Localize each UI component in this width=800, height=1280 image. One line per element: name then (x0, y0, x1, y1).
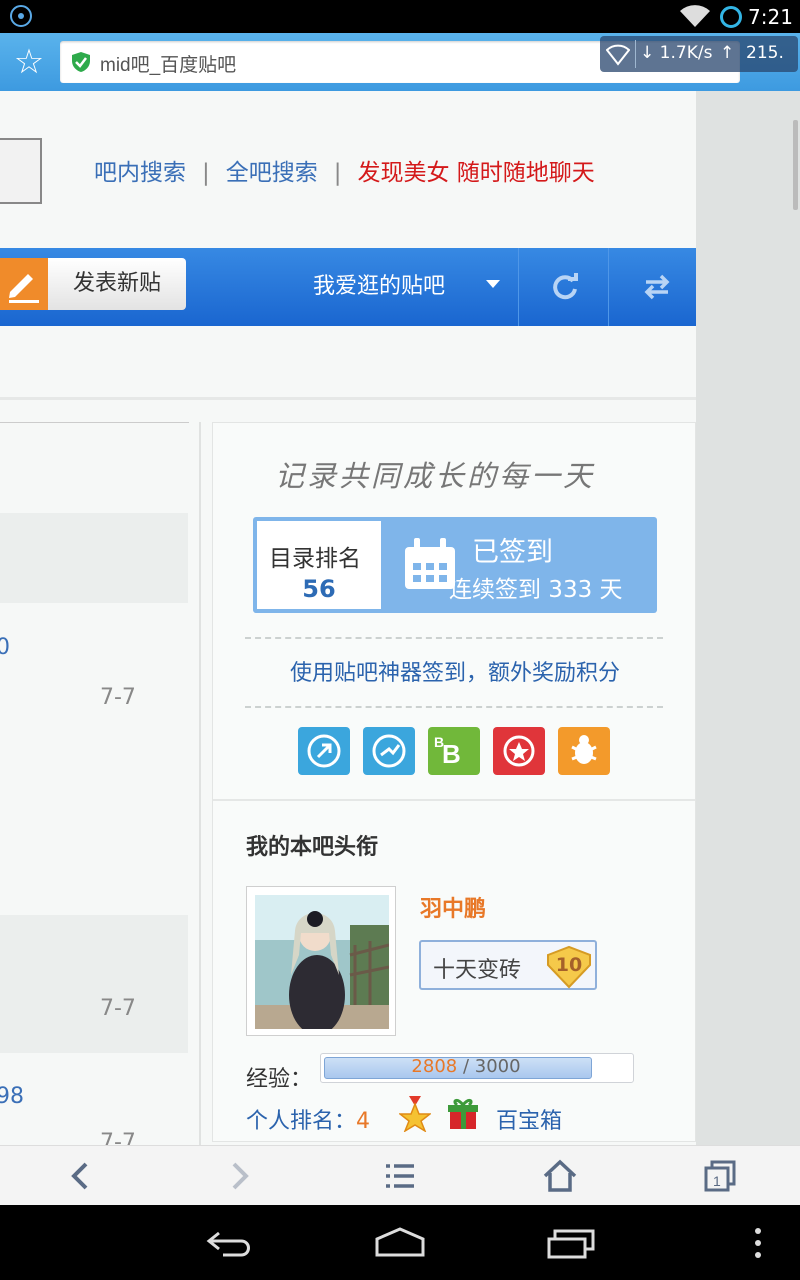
rank-title-badge[interactable]: 十天变砖 10 (419, 940, 597, 990)
thread-reply-count[interactable]: 0 (0, 635, 10, 660)
personal-rank-value: 4 (356, 1109, 371, 1134)
section-title: 我的本吧头衔 (246, 835, 379, 860)
rank-value: 56 (302, 575, 336, 603)
treasure-box-link[interactable]: 百宝箱 (496, 1103, 562, 1135)
tool-icon-1[interactable] (298, 727, 350, 775)
forum-toolbar: 发表新贴 我爱逛的贴吧 (0, 248, 696, 326)
svg-text:B: B (442, 739, 461, 769)
search-in-bar-link[interactable]: 吧内搜索 (94, 160, 186, 186)
signed-status: 已签到 (472, 537, 553, 568)
upload-speed-value: 215. (746, 43, 784, 63)
motto-text: 记录共同成长的每一天 (275, 459, 596, 493)
rank-label: 目录排名 (269, 546, 361, 572)
upload-arrow-icon: ↑ (720, 43, 735, 63)
tieba-page: 吧内搜索 | 全吧搜索 | 发现美女 随时随地聊天 发表新贴 我爱逛的贴吧 0 7-7 (0, 91, 696, 1145)
column-divider (199, 422, 201, 1145)
level-badge: 10 (545, 945, 593, 989)
rank-box[interactable]: 目录排名 56 (257, 521, 381, 609)
page-side-background (696, 91, 800, 1145)
secure-shield-icon (72, 52, 90, 72)
home-icon[interactable] (540, 1158, 580, 1194)
new-post-button[interactable]: 发表新贴 (48, 258, 186, 310)
level-number: 10 (555, 954, 583, 976)
svg-text:B: B (434, 734, 444, 750)
tool-icon-2[interactable] (363, 727, 415, 775)
sign-in-box[interactable]: 目录排名 56 已签到 连续签到 333 天 (253, 517, 657, 613)
thread-reply-count[interactable]: 98 (0, 1084, 24, 1109)
chevron-down-icon[interactable] (486, 280, 500, 288)
streak-text: 连续签到 333 天 (449, 577, 623, 603)
header-links: 吧内搜索 | 全吧搜索 | 发现美女 随时随地聊天 (94, 153, 595, 187)
thread-row[interactable] (0, 915, 188, 1053)
menu-icon[interactable] (380, 1158, 420, 1194)
download-speed-value: 1.7K/s (659, 43, 713, 63)
search-all-link[interactable]: 全吧搜索 (226, 160, 318, 186)
thread-date: 7-7 (100, 685, 136, 710)
pen-icon[interactable] (0, 258, 48, 310)
experience-label: 经验： (246, 1067, 313, 1092)
switch-icon[interactable] (640, 270, 674, 304)
avatar[interactable] (246, 886, 396, 1036)
gift-box-icon[interactable] (447, 1097, 479, 1131)
experience-text: 2808 / 3000 (321, 1056, 611, 1077)
divider (0, 397, 696, 400)
clock: 7:21 (748, 5, 793, 29)
tool-icon-b[interactable]: BB (428, 727, 480, 775)
wifi-icon (680, 5, 710, 27)
wifi-icon (606, 44, 630, 66)
personal-rank[interactable]: 个人排名：4 (246, 1103, 370, 1135)
search-button[interactable] (0, 138, 42, 204)
sign-in-panel: 记录共同成长的每一天 目录排名 56 已签到 连续签到 333 天 使用贴吧神器… (212, 422, 696, 1142)
status-bar: 7:21 (0, 0, 800, 33)
home-nav-icon[interactable] (373, 1225, 427, 1261)
forward-icon[interactable] (220, 1158, 260, 1194)
experience-total: / 3000 (462, 1056, 521, 1077)
bookmark-star-icon[interactable]: ☆ (10, 43, 48, 81)
thread-date: 7-7 (100, 996, 136, 1021)
refresh-icon[interactable] (548, 270, 582, 304)
download-speed: ↓ 1.7K/s (640, 43, 713, 63)
back-icon[interactable] (60, 1158, 100, 1194)
thread-list: 0 7-7 7-7 98 7-7 (0, 422, 189, 1145)
back-nav-icon[interactable] (203, 1225, 257, 1261)
browser-bottom-toolbar: 1 (0, 1145, 800, 1206)
experience-bar: 2808 / 3000 (320, 1053, 634, 1083)
svg-text:1: 1 (713, 1173, 721, 1189)
experience-current: 2808 (411, 1056, 458, 1077)
page-scrollbar[interactable] (793, 120, 798, 210)
personal-rank-label: 个人排名： (246, 1109, 357, 1134)
rank-title: 十天变砖 (433, 958, 522, 983)
tool-icon-bug[interactable] (558, 727, 610, 775)
link-separator: | (333, 160, 342, 186)
favorite-bars-dropdown[interactable]: 我爱逛的贴吧 (313, 268, 445, 300)
dashed-divider (245, 637, 663, 639)
system-nav-bar (0, 1205, 800, 1280)
tool-icon-star[interactable] (493, 727, 545, 775)
network-speed-overlay: ↓ 1.7K/s ↑ 215. (600, 36, 798, 72)
bonus-sign-link[interactable]: 使用贴吧神器签到，额外奖励积分 (213, 655, 696, 687)
app-notification-icon (10, 5, 32, 27)
sync-icon (720, 6, 742, 28)
link-separator: | (202, 160, 210, 186)
divider (213, 799, 695, 801)
username[interactable]: 羽中鹏 (420, 891, 486, 923)
overflow-menu-icon[interactable] (748, 1225, 768, 1261)
recent-apps-icon[interactable] (545, 1225, 599, 1261)
promo-link[interactable]: 发现美女 随时随地聊天 (358, 160, 595, 186)
thread-row[interactable] (0, 513, 188, 603)
url-text: mid吧_百度贴吧 (100, 55, 237, 76)
thread-date: 7-7 (100, 1130, 136, 1145)
medal-icon (399, 1096, 431, 1132)
tabs-icon[interactable]: 1 (700, 1158, 740, 1194)
dashed-divider (245, 706, 663, 708)
